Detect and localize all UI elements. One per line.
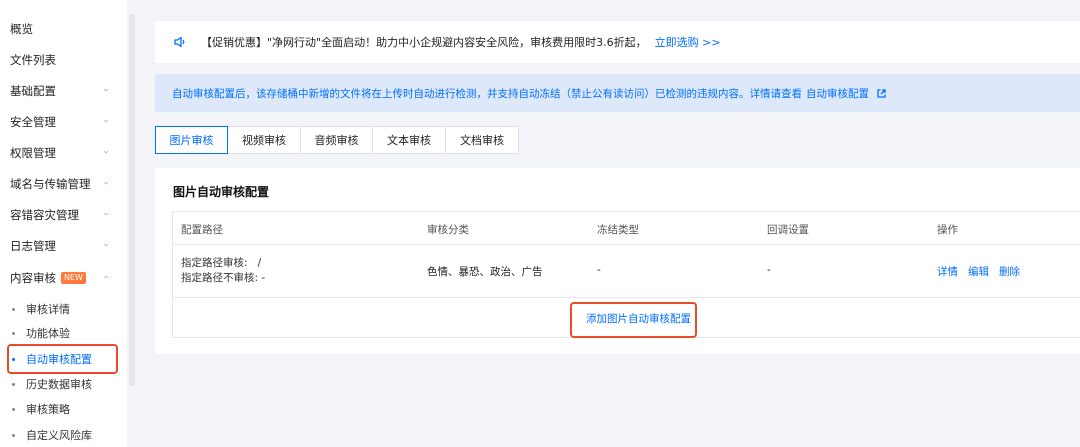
sidebar-item-permissions[interactable]: 权限管理 [10, 143, 117, 163]
review-type-tabs: 图片审核 视频审核 音频审核 文本审核 文档审核 [155, 126, 519, 154]
auto-review-doc-link[interactable]: 自动审核配置 [806, 86, 869, 101]
sidebar-item-disaster-recovery[interactable]: 容错容灾管理 [10, 205, 117, 225]
sidebar-item-label: 权限管理 [10, 146, 56, 160]
tab-text-review[interactable]: 文本审核 [373, 126, 446, 154]
bullet-icon [12, 407, 15, 411]
column-header-actions: 操作 [937, 224, 958, 236]
chevron-down-icon [103, 119, 109, 123]
tab-audio-review[interactable]: 音频审核 [301, 126, 373, 154]
promo-notice: 【促销优惠】"净网行动"全面启动！助力中小企规避内容安全风险，审核费用限时3.6… [155, 21, 1080, 63]
column-header-callback: 回调设置 [767, 224, 809, 236]
config-path: 指定路径审核: / 指定路径不审核: - [181, 256, 265, 286]
sidebar-item-content-review[interactable]: 内容审核 NEW [10, 268, 117, 288]
sidebar-item-basic-config[interactable]: 基础配置 [10, 81, 117, 101]
main-content: 【促销优惠】"净网行动"全面启动！助力中小企规避内容安全风险，审核费用限时3.6… [155, 0, 1080, 447]
tab-document-review[interactable]: 文档审核 [446, 126, 519, 154]
sidebar-item-logs[interactable]: 日志管理 [10, 236, 117, 256]
path-exclude-label: 指定路径不审核: [181, 272, 259, 284]
sidebar-item-label: 内容审核 [10, 271, 56, 285]
tab-image-review[interactable]: 图片审核 [155, 126, 228, 154]
path-include-line: 指定路径审核: / [181, 256, 265, 271]
edit-link[interactable]: 编辑 [968, 264, 989, 279]
sidebar-item-label: 文件列表 [10, 53, 56, 67]
column-header-category: 审核分类 [427, 224, 469, 236]
freeze-cell: - [597, 264, 601, 276]
bullet-icon [12, 433, 15, 437]
sidebar-item-file-list[interactable]: 文件列表 [10, 50, 117, 70]
sidebar-item-label: 日志管理 [10, 239, 56, 253]
sidebar-item-security[interactable]: 安全管理 [10, 112, 117, 132]
sidebar-item-label: 概览 [10, 22, 33, 36]
chevron-down-icon [103, 212, 109, 216]
tab-video-review[interactable]: 视频审核 [228, 126, 301, 154]
path-exclude-line: 指定路径不审核: - [181, 271, 265, 286]
sidebar-item-label: 基础配置 [10, 84, 56, 98]
chevron-down-icon [103, 88, 109, 92]
sidebar-subitem-custom-risk-library[interactable]: 自定义风险库 [12, 425, 92, 445]
bullet-icon [12, 307, 15, 311]
sidebar-item-overview[interactable]: 概览 [10, 19, 117, 39]
new-badge: NEW [61, 272, 86, 284]
external-link-icon[interactable] [876, 88, 887, 99]
chevron-down-icon [103, 181, 109, 185]
column-header-path: 配置路径 [181, 224, 223, 236]
card-title: 图片自动审核配置 [173, 185, 270, 199]
category-cell: 色情、暴恐、政治、广告 [427, 266, 543, 278]
table-row: 指定路径审核: / 指定路径不审核: - 色情、暴恐、政治、广告 - - 详情 … [173, 244, 1080, 298]
path-exclude-value: - [261, 272, 266, 284]
bullet-icon [12, 331, 15, 335]
callback-cell: - [767, 264, 771, 276]
sidebar-subitem-label: 审核详情 [26, 303, 70, 316]
sidebar-item-label: 安全管理 [10, 115, 56, 129]
details-link[interactable]: 详情 [937, 264, 958, 279]
highlight-box-add [570, 302, 697, 338]
sidebar-subitem-label: 自定义风险库 [26, 429, 92, 442]
column-header-freeze: 冻结类型 [597, 224, 639, 236]
sidebar-subitem-review-details[interactable]: 审核详情 [12, 299, 70, 319]
sidebar-scrollbar[interactable] [129, 14, 135, 386]
highlight-box-sidebar [7, 344, 118, 374]
sidebar-subitem-feature-trial[interactable]: 功能体验 [12, 323, 70, 343]
sidebar-subitem-history-review[interactable]: 历史数据审核 [12, 374, 92, 394]
speaker-icon [174, 36, 185, 48]
chevron-down-icon [103, 150, 109, 154]
path-include-label: 指定路径审核: [181, 257, 248, 269]
table-header: 配置路径 审核分类 冻结类型 回调设置 操作 [173, 212, 1080, 245]
buy-now-link[interactable]: 立即选购 >> [655, 34, 721, 50]
sidebar-item-label: 容错容灾管理 [10, 208, 79, 222]
chevron-down-icon [103, 243, 109, 247]
sidebar-subitem-review-policy[interactable]: 审核策略 [12, 399, 70, 419]
info-text: 自动审核配置后，该存储桶中新增的文件将在上传时自动进行检测，并支持自动冻结（禁止… [172, 87, 802, 100]
chevron-up-icon [103, 275, 109, 279]
info-banner: 自动审核配置后，该存储桶中新增的文件将在上传时自动进行检测，并支持自动冻结（禁止… [155, 74, 1080, 112]
bullet-icon [12, 382, 15, 386]
sidebar-subitem-label: 历史数据审核 [26, 378, 92, 391]
sidebar: 概览 文件列表 基础配置 安全管理 权限管理 域名与传输管理 容错容灾管理 日志… [0, 0, 127, 447]
sidebar-subitem-label: 审核策略 [26, 403, 70, 416]
delete-link[interactable]: 删除 [999, 264, 1020, 279]
path-include-value: / [257, 257, 262, 269]
sidebar-item-label: 域名与传输管理 [10, 177, 91, 191]
promo-text: 【促销优惠】"净网行动"全面启动！助力中小企规避内容安全风险，审核费用限时3.6… [201, 36, 647, 49]
sidebar-item-domain-transfer[interactable]: 域名与传输管理 [10, 174, 117, 194]
row-actions: 详情 编辑 删除 [937, 264, 1020, 279]
sidebar-subitem-label: 功能体验 [26, 327, 70, 340]
